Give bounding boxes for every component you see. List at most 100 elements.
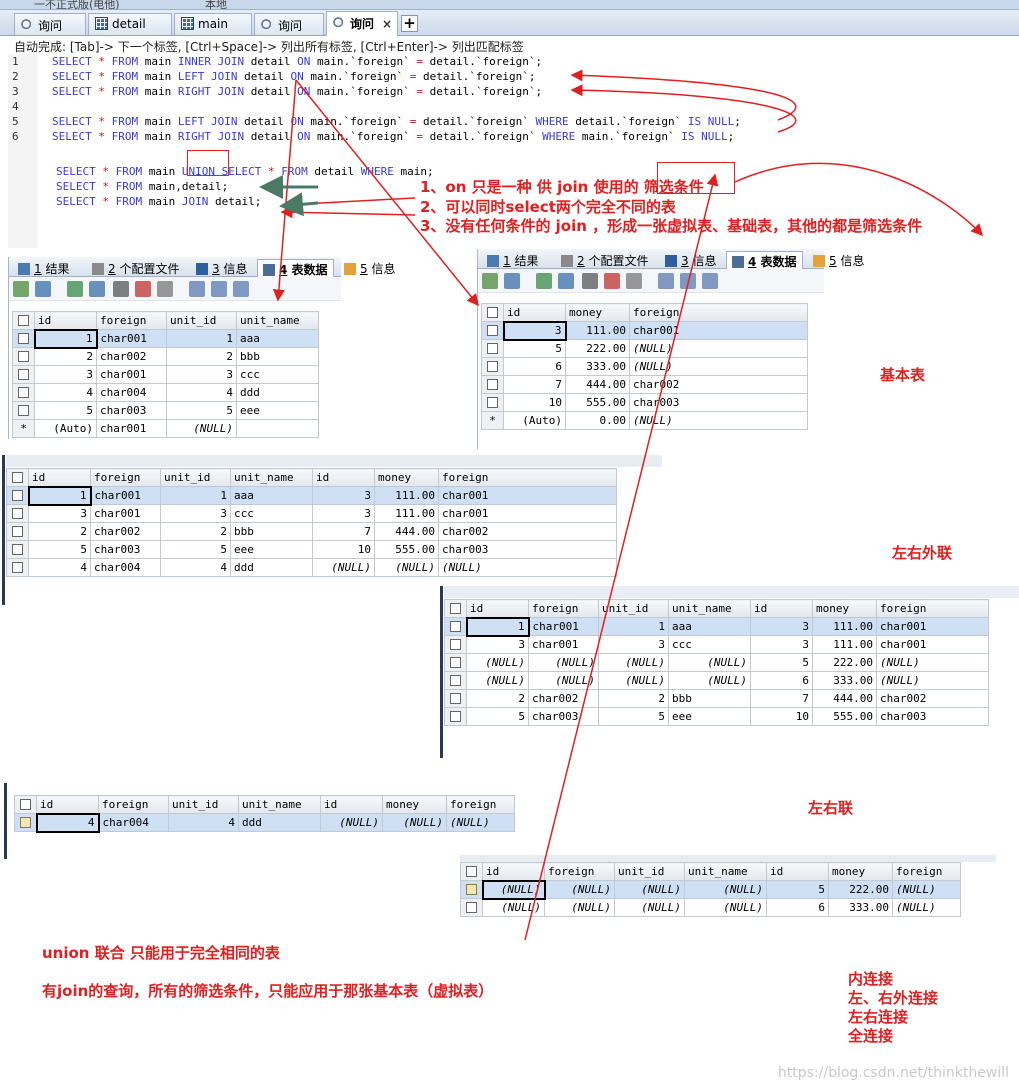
row-checkbox[interactable] — [12, 365, 35, 384]
table-cell[interactable]: char004 — [98, 813, 169, 832]
table-cell[interactable]: char001 — [96, 329, 167, 348]
column-header[interactable]: id — [36, 795, 99, 814]
column-header[interactable]: id — [482, 862, 545, 881]
column-header[interactable]: id — [466, 599, 529, 618]
add-row-icon[interactable] — [536, 273, 552, 289]
text-view-icon[interactable] — [702, 273, 718, 289]
result-tab-2[interactable]: 2 个配置文件 — [556, 251, 653, 269]
table-cell[interactable]: 3 — [312, 486, 375, 505]
table-row[interactable]: 2 char002 2 bbb 7 444.00 char002 — [444, 689, 989, 708]
table-cell[interactable]: (NULL) — [166, 419, 237, 438]
table-cell[interactable]: 1 — [27, 485, 92, 506]
table-cell[interactable]: (NULL) — [668, 671, 751, 690]
row-checkbox[interactable] — [444, 689, 467, 708]
refresh-icon[interactable] — [89, 281, 105, 297]
table-cell[interactable]: ccc — [230, 504, 313, 523]
table-cell[interactable]: ccc — [236, 365, 319, 384]
table-cell[interactable]: char002 — [96, 347, 167, 366]
table-cell[interactable]: (NULL) — [598, 671, 669, 690]
table-cell[interactable]: 3 — [750, 617, 813, 636]
table-row[interactable]: 3 char001 3 ccc 3 111.00 char001 — [6, 504, 617, 523]
table-cell[interactable]: 3 — [166, 365, 237, 384]
row-checkbox[interactable] — [444, 707, 467, 726]
table-cell[interactable]: 444.00 — [565, 375, 630, 394]
table-row[interactable]: (NULL) (NULL) (NULL) (NULL) 5 222.00 (NULL) — [460, 879, 961, 900]
row-checkbox[interactable] — [444, 617, 467, 636]
column-header[interactable]: unit_id — [598, 599, 669, 618]
import-icon[interactable] — [504, 273, 520, 289]
result-tab-1[interactable]: 1 结果 — [482, 251, 543, 269]
table-cell[interactable]: (NULL) — [668, 653, 751, 672]
table-cell[interactable]: char002 — [90, 522, 161, 541]
delete-icon[interactable] — [604, 273, 620, 289]
column-header[interactable]: unit_id — [168, 795, 239, 814]
row-checkbox[interactable] — [6, 540, 29, 559]
table-cell[interactable] — [236, 419, 319, 438]
column-header[interactable]: unit_id — [166, 311, 237, 330]
table-row[interactable]: 1 char001 1 aaa 3 111.00 char001 — [6, 485, 617, 506]
table-cell[interactable]: 4 — [35, 812, 100, 833]
table-cell[interactable]: eee — [230, 540, 313, 559]
table-cell[interactable]: 5 — [466, 707, 529, 726]
table-cell[interactable]: char001 — [96, 419, 167, 438]
table-cell[interactable]: (NULL) — [528, 653, 599, 672]
table-cell[interactable]: bbb — [230, 522, 313, 541]
table-row[interactable]: (NULL) (NULL) (NULL) (NULL) 6 333.00 (NULL) — [444, 671, 989, 690]
table-cell[interactable]: bbb — [668, 689, 751, 708]
table-cell[interactable]: 6 — [750, 671, 813, 690]
table-cell[interactable]: 111.00 — [374, 486, 439, 505]
row-checkbox[interactable] — [481, 321, 504, 340]
grid-view-icon[interactable] — [189, 281, 205, 297]
row-checkbox[interactable] — [481, 357, 504, 376]
result-tab-3[interactable]: 3 信息 — [660, 251, 721, 269]
table-cell[interactable]: 5 — [166, 401, 237, 420]
table-cell[interactable]: 7 — [750, 689, 813, 708]
table-cell[interactable]: char003 — [528, 707, 599, 726]
table-row[interactable]: 1 char001 1 aaa — [12, 328, 319, 349]
table-cell[interactable]: aaa — [668, 617, 751, 636]
tab-main[interactable]: main — [174, 13, 252, 35]
table-cell[interactable]: 7 — [312, 522, 375, 541]
table-cell[interactable]: 555.00 — [374, 540, 439, 559]
text-view-icon[interactable] — [233, 281, 249, 297]
column-header[interactable]: foreign — [438, 468, 617, 487]
table-cell[interactable]: 444.00 — [812, 689, 877, 708]
table-cell[interactable]: (NULL) — [466, 671, 529, 690]
tab-query-1[interactable]: 询问 — [14, 13, 86, 35]
select-all-checkbox[interactable] — [6, 468, 29, 487]
table-cell[interactable]: 333.00 — [565, 357, 630, 376]
table-cell[interactable]: 1 — [598, 617, 669, 636]
table-cell[interactable]: 4 — [28, 558, 91, 577]
table-cell[interactable]: 2 — [166, 347, 237, 366]
table-cell[interactable]: 111.00 — [565, 321, 630, 340]
table-cell[interactable]: char003 — [629, 393, 808, 412]
table-cell[interactable]: 111.00 — [374, 504, 439, 523]
row-checkbox[interactable] — [444, 635, 467, 654]
row-checkbox[interactable] — [460, 898, 483, 917]
table-cell[interactable]: (NULL) — [544, 898, 615, 917]
row-checkbox[interactable] — [12, 329, 35, 348]
column-header[interactable]: foreign — [90, 468, 161, 487]
table-cell[interactable]: (NULL) — [481, 879, 546, 900]
row-checkbox[interactable] — [12, 383, 35, 402]
column-header[interactable]: unit_name — [230, 468, 313, 487]
table-cell[interactable]: aaa — [236, 329, 319, 348]
table-cell[interactable]: 3 — [750, 635, 813, 654]
select-all-checkbox[interactable] — [14, 795, 37, 814]
save-icon[interactable] — [113, 281, 129, 297]
table-row[interactable]: 10 555.00 char003 — [481, 393, 808, 412]
result-tab-5[interactable]: 5 信息 — [339, 259, 400, 277]
table-cell[interactable]: (NULL) — [614, 898, 685, 917]
table-row[interactable]: 2 char002 2 bbb 7 444.00 char002 — [6, 522, 617, 541]
table-cell[interactable]: 2 — [160, 522, 231, 541]
table-cell[interactable]: 10 — [750, 707, 813, 726]
table-row[interactable]: 3 char001 3 ccc — [12, 365, 319, 384]
result-tab-1[interactable]: 1 结果 — [13, 259, 74, 277]
table-cell[interactable]: (NULL) — [374, 558, 439, 577]
column-header[interactable]: id — [312, 468, 375, 487]
cancel-icon[interactable] — [626, 273, 642, 289]
tab-query-active[interactable]: 询问 × — [326, 11, 398, 36]
table-cell[interactable]: 5 — [766, 880, 829, 899]
column-header[interactable]: foreign — [98, 795, 169, 814]
table-cell[interactable]: ccc — [668, 635, 751, 654]
